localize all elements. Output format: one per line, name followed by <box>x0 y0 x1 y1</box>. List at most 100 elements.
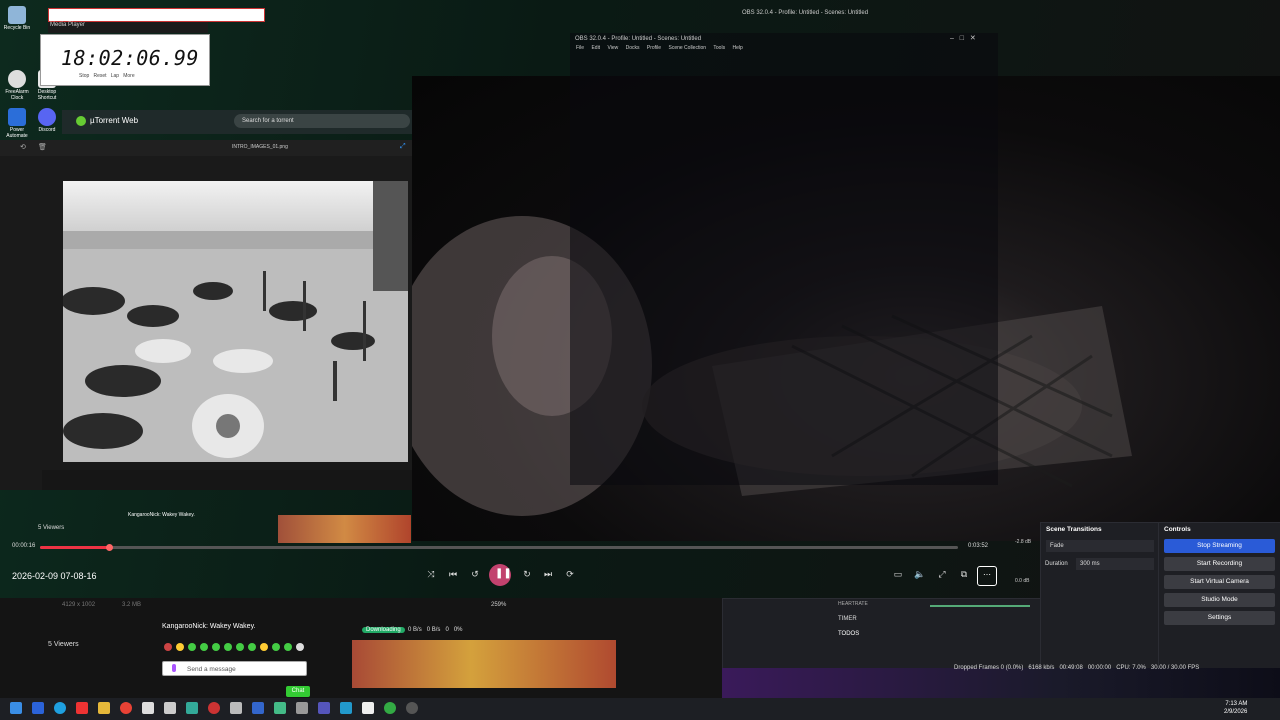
settings-gear-icon[interactable] <box>230 702 242 714</box>
menu-edit[interactable]: Edit <box>591 45 600 51</box>
stopwatch-time: 18:02:06.99 <box>61 46 199 70</box>
chrome-icon[interactable] <box>120 702 132 714</box>
menu-file[interactable]: File <box>576 45 584 51</box>
source-timer[interactable]: TIMER <box>838 616 857 622</box>
media-player-titlebar: Media Player <box>48 22 208 33</box>
rotate-icon[interactable]: ⟲ <box>20 143 26 151</box>
system-clock[interactable]: 7:13 AM 2/9/2026 <box>1224 700 1247 716</box>
miniplayer-icon[interactable]: ⧉ <box>957 569 971 580</box>
forward-icon[interactable]: ↻ <box>520 569 534 580</box>
next-icon[interactable]: ⏭ <box>541 569 555 580</box>
shuffle-icon[interactable]: ⤨ <box>424 569 438 580</box>
volume-icon[interactable]: 🔈 <box>913 569 927 580</box>
menu-scene-collection[interactable]: Scene Collection <box>668 45 706 51</box>
photoshop-icon[interactable] <box>252 702 264 714</box>
rewind-icon[interactable]: ↺ <box>468 569 482 580</box>
studio-mode-button[interactable]: Studio Mode <box>1164 593 1275 607</box>
start-virtual-camera-button[interactable]: Start Virtual Camera <box>1164 575 1275 589</box>
rec-duration: 00:00:00 <box>1087 665 1112 671</box>
icon-label: Recycle Bin <box>3 25 31 31</box>
stopwatch-lap-button[interactable]: Lap <box>111 73 119 79</box>
emote-row <box>162 641 310 653</box>
expand-icon[interactable]: ⤢ <box>400 143 406 151</box>
volume-slider[interactable] <box>930 605 1030 607</box>
send-message-input[interactable]: Send a message <box>162 661 307 676</box>
pause-button[interactable]: ❚❚ <box>489 564 512 586</box>
menu-help[interactable]: Help <box>732 45 742 51</box>
duration-label: Duration <box>1045 561 1068 567</box>
image-dimensions: 4129 x 1002 <box>62 602 96 608</box>
recycle-bin-icon[interactable]: Recycle Bin <box>2 6 32 31</box>
edge-icon[interactable] <box>54 702 66 714</box>
maximize-icon[interactable]: □ <box>960 35 964 42</box>
calculator-icon[interactable] <box>186 702 198 714</box>
download-status-badge: Downloading <box>362 627 405 633</box>
recording-timestamp: 2026-02-09 07-08-16 <box>12 571 97 581</box>
power-automate-taskbar-icon[interactable] <box>32 702 44 714</box>
stopwatch-stop-button[interactable]: Stop <box>79 73 89 79</box>
menu-view[interactable]: View <box>607 45 618 51</box>
clock-time: 7:13 AM <box>1225 701 1248 707</box>
obs-taskbar-icon[interactable] <box>208 702 220 714</box>
app-icon-blue[interactable] <box>340 702 352 714</box>
search-icon[interactable] <box>164 702 176 714</box>
power-automate-icon[interactable]: Power Automate <box>2 108 32 139</box>
app-icon-green[interactable] <box>384 702 396 714</box>
beach-photo <box>63 181 408 462</box>
media-player-taskbar-icon[interactable] <box>406 702 418 714</box>
seek-handle[interactable] <box>105 544 113 551</box>
clock-date: 2/9/2026 <box>1224 709 1248 715</box>
obs-bg-title-text: OBS 32.0.4 - Profile: Untitled - Scenes:… <box>742 10 869 16</box>
chat-button[interactable]: Chat <box>286 686 310 697</box>
close-icon[interactable]: ✕ <box>970 35 976 42</box>
duration-input[interactable]: 300 ms <box>1076 558 1154 570</box>
repeat-icon[interactable]: ⟳ <box>563 569 577 580</box>
live-duration: 00:49:08 <box>1059 665 1083 671</box>
torrent-search-input[interactable]: Search for a torrent <box>234 114 410 128</box>
viewer-footer <box>42 470 412 490</box>
settings-button[interactable]: Settings <box>1164 611 1275 625</box>
start-icon[interactable] <box>10 702 22 714</box>
start-recording-button[interactable]: Start Recording <box>1164 557 1275 571</box>
pause-icon: ❚❚ <box>495 568 512 579</box>
file-explorer-icon[interactable] <box>98 702 110 714</box>
menu-docks[interactable]: Docks <box>626 45 640 51</box>
utorrent-taskbar-icon[interactable] <box>274 702 286 714</box>
source-todos[interactable]: TODOS <box>838 631 859 637</box>
obs-window-controls: – □ ✕ <box>950 34 976 42</box>
transition-type-select[interactable]: Fade <box>1046 540 1154 552</box>
mic-icon[interactable] <box>172 664 176 672</box>
menu-tools[interactable]: Tools <box>713 45 725 51</box>
obs-menubar: File Edit View Docks Profile Scene Colle… <box>570 45 998 57</box>
menu-profile[interactable]: Profile <box>647 45 661 51</box>
seek-bar[interactable] <box>40 546 958 549</box>
vpn-icon[interactable] <box>318 702 330 714</box>
app-icon-gray[interactable] <box>296 702 308 714</box>
source-heartrate[interactable]: HEARTRATE <box>838 601 868 607</box>
utorrent-logo-icon <box>76 116 86 126</box>
media-player-title: Media Player <box>50 22 86 28</box>
delete-icon[interactable]: 🗑 <box>38 143 47 151</box>
stop-streaming-button[interactable]: Stop Streaming <box>1164 539 1275 553</box>
app-icon-white[interactable] <box>362 702 374 714</box>
fullscreen-icon[interactable]: ⤢ <box>935 569 949 580</box>
thumbnail-large <box>352 640 616 688</box>
stopwatch-reset-button[interactable]: Reset <box>93 73 106 79</box>
utorrent-brand: µTorrent Web <box>90 116 139 125</box>
subtitles-icon[interactable]: ▭ <box>891 569 905 580</box>
viewer-count: 5 Viewers <box>48 641 79 648</box>
more-options-button[interactable]: ⋯ <box>977 566 997 586</box>
stopwatch-widget: 18:02:06.99 Stop Reset Lap More <box>40 34 210 86</box>
viewer-count-small: 5 Viewers <box>38 525 65 531</box>
app-icon-red[interactable] <box>76 702 88 714</box>
minimize-icon[interactable]: – <box>950 35 954 42</box>
notepad-icon[interactable] <box>142 702 154 714</box>
alarm-clock-icon[interactable]: FreeAlarm Clock <box>2 70 32 101</box>
peer-count: 0 <box>445 627 449 633</box>
previous-icon[interactable]: ⏮ <box>446 569 460 580</box>
stopwatch-more-button[interactable]: More <box>123 73 134 79</box>
dropped-frames: Dropped Frames 0 (0.0%) <box>954 665 1024 671</box>
elapsed-time: 00:00:16 <box>12 543 36 549</box>
discord-icon[interactable]: Discord <box>32 108 62 133</box>
obs-status-bar: Dropped Frames 0 (0.0%) 6168 kb/s 00:49:… <box>954 665 1199 671</box>
